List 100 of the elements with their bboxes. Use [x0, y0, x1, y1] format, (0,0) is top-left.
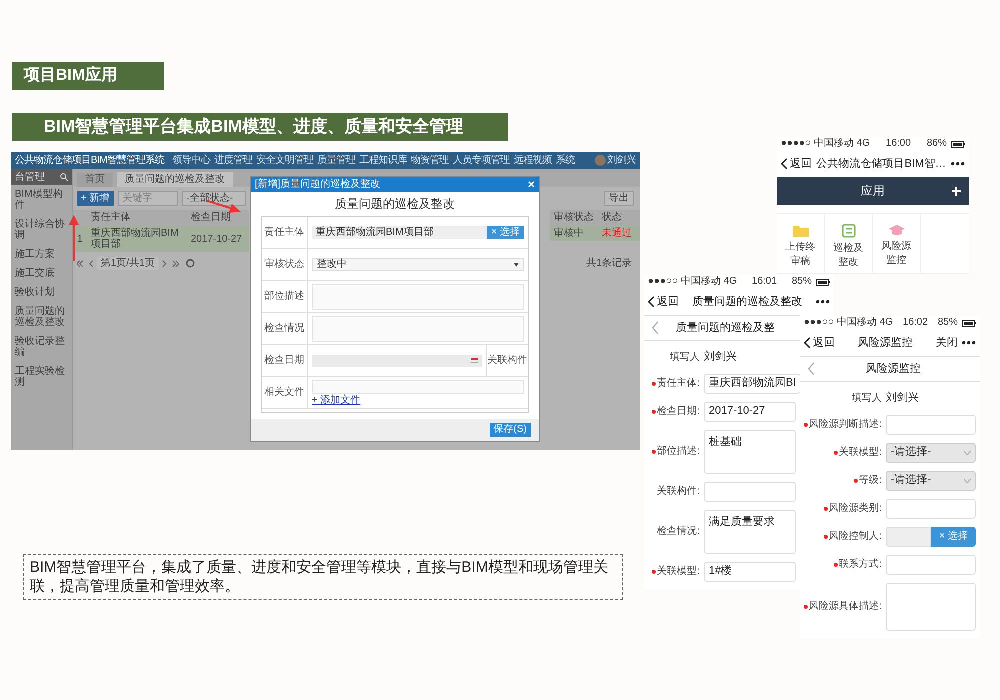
select-field[interactable]: -请选择- [886, 470, 976, 490]
dropdown-icon [514, 262, 519, 266]
chevron-icon [964, 450, 971, 454]
nav-item[interactable]: 人员专项管理 [452, 156, 510, 166]
field-label: 关联模型: [839, 446, 882, 460]
carrier-text: ●●●●○ 中国移动 4G [781, 139, 870, 149]
nav-item[interactable]: 领导中心 [172, 156, 210, 166]
app-title: 公共物流仓储项目BIM智慧管理系统 [15, 156, 164, 166]
more-icon [816, 300, 830, 304]
select-field[interactable]: 整改中 [312, 258, 524, 271]
text-area[interactable]: 满足质量要求 [704, 510, 796, 554]
folder-icon [792, 224, 808, 237]
field-label: 检查情况: [657, 524, 700, 539]
battery-icon [962, 320, 976, 326]
nav-item[interactable]: 工程知识库 [359, 156, 407, 166]
picker-field[interactable]: 重庆西部物流园BIM项目部 × 选择 [312, 226, 524, 239]
text-area[interactable] [886, 582, 976, 630]
battery-text: 85% [792, 277, 812, 287]
text-area[interactable]: 桩基础 [704, 430, 796, 474]
status-select[interactable]: -全部状态- [182, 191, 246, 206]
field-label: 填写人 [852, 392, 882, 406]
carrier-text: ●●●○○ 中国移动 4G [648, 277, 738, 287]
nav-item[interactable]: 进度管理 [214, 156, 252, 166]
nav-item[interactable]: 质量管理 [317, 156, 356, 166]
export-button[interactable]: 导出 [604, 191, 634, 206]
more-icon [962, 341, 976, 345]
sidebar-item[interactable]: 工程实验检测 [11, 362, 72, 392]
sidebar-item[interactable]: 施工方案 [11, 245, 72, 264]
field-label: 部位描述 [262, 281, 308, 312]
dialog-heading: 质量问题的巡检及整改 [334, 196, 456, 213]
add-file-link[interactable]: + 添加文件 [312, 396, 524, 406]
chevron-icon [964, 478, 971, 482]
back-link[interactable]: 返回 [804, 334, 835, 352]
text-area[interactable] [312, 284, 524, 310]
nav-item[interactable]: 系统 [556, 156, 575, 166]
tab[interactable]: 质量问题的巡检及整改 [117, 172, 233, 187]
table-cell-text: 审核中 [553, 228, 585, 239]
user-name[interactable]: 刘剑兴 [608, 156, 636, 166]
date-field[interactable] [312, 354, 482, 366]
save-button[interactable]: 保存(S) [490, 423, 531, 437]
field-label: 风险源类别: [829, 502, 882, 516]
field-label: 等级: [859, 474, 882, 488]
back-icon [804, 337, 811, 349]
back-link[interactable]: 返回 [648, 294, 679, 310]
annotation-arrow [69, 215, 79, 261]
table-cell-text: 1 [76, 234, 84, 244]
sidebar-item[interactable]: BIM模型构件 [11, 185, 72, 215]
calendar-icon [471, 358, 478, 364]
more-icon [951, 162, 965, 166]
nav-title: 质量问题的巡检及整改 [692, 294, 804, 310]
field-label: 检查日期 [262, 345, 308, 376]
sidebar-title: 台管理 [15, 172, 45, 182]
back-icon [652, 321, 659, 335]
battery-icon [816, 278, 830, 286]
input-field[interactable] [704, 482, 796, 502]
search-field[interactable]: 关键字 [118, 191, 178, 206]
clock-text: 16:00 [886, 139, 912, 149]
page-select[interactable]: 第1页/共1页 [97, 257, 159, 270]
field-label: 风险控制人: [829, 530, 882, 544]
back-link[interactable]: 返回 [781, 156, 812, 172]
headline: BIM智慧管理平台集成BIM模型、进度、质量和安全管理 [12, 113, 508, 141]
sidebar-item[interactable]: 施工交底 [11, 264, 72, 283]
nav-item[interactable]: 远程视频 [514, 156, 552, 166]
field-value: -请选择- [891, 445, 932, 460]
input-field[interactable]: 2017-10-27 [704, 402, 796, 422]
carrier-text: ●●●○○ 中国移动 4G [804, 318, 894, 328]
sidebar-item[interactable]: 验收计划 [11, 283, 72, 302]
refresh-icon [186, 259, 195, 268]
back-icon [781, 158, 788, 170]
field-label: 联系方式: [839, 558, 882, 572]
input-field[interactable] [886, 498, 976, 518]
table-row[interactable]: 审核中 未通过 [550, 226, 640, 241]
add-button[interactable]: + 新增 [77, 191, 114, 206]
close-link[interactable]: 关闭 [936, 334, 958, 352]
page-title: 风险源监控 [865, 362, 922, 377]
field-label: 部位描述: [657, 444, 700, 459]
tab[interactable]: 首页 [77, 173, 113, 187]
select-button[interactable]: × 选择 [487, 226, 524, 239]
field-label: 检查日期: [657, 404, 700, 419]
select-button[interactable]: × 选择 [931, 526, 976, 546]
select-field[interactable]: -请选择- [886, 442, 976, 462]
column-header: 责任主体 [90, 213, 132, 223]
back-icon [808, 362, 815, 376]
sidebar-item[interactable]: 质量问题的巡检及整改 [11, 302, 72, 332]
app-tile[interactable]: 风险源监控 [873, 214, 921, 274]
text-area[interactable] [312, 316, 524, 342]
nav-item[interactable]: 安全文明管理 [256, 156, 314, 166]
sidebar-item[interactable]: 验收记录整编 [11, 332, 72, 362]
clock-text: 16:01 [752, 277, 778, 287]
input-field[interactable] [886, 414, 976, 434]
input-field[interactable] [886, 554, 976, 574]
sidebar-item[interactable]: 设计综合协调 [11, 215, 72, 245]
battery-icon [951, 140, 965, 148]
nav-item[interactable]: 物资管理 [410, 156, 449, 166]
app-tile[interactable]: 巡检及整改 [825, 214, 873, 274]
field-value: -请选择- [891, 473, 932, 488]
table-cell-text: 2017-10-27 [190, 234, 244, 244]
input-field[interactable]: 1#楼 [704, 562, 796, 582]
app-tile[interactable]: 上传终审稿 [777, 214, 825, 274]
field-label: 审核状态 [262, 249, 308, 280]
